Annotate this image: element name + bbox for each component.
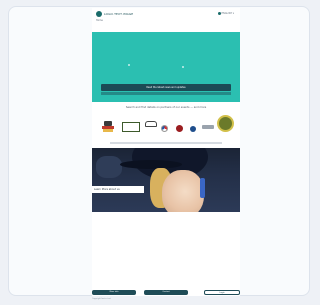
website-page: LOGO·TEXT·IMAGE ENGLISH ▾ Home Read the … xyxy=(92,8,240,296)
footer-actions: More info Contact Login xyxy=(92,290,240,296)
logo-icon[interactable] xyxy=(96,11,102,17)
strap-shape xyxy=(200,178,205,198)
partner-logo[interactable] xyxy=(188,126,198,132)
language-label: ENGLISH ▾ xyxy=(221,12,234,15)
partner-logo-graphic xyxy=(216,114,234,132)
more-info-button[interactable]: More info xyxy=(92,290,136,295)
hero-photo: Learn More about us xyxy=(92,148,240,212)
hero-dot xyxy=(128,64,130,66)
partner-logo[interactable] xyxy=(160,124,168,132)
contact-button[interactable]: Contact xyxy=(144,290,188,295)
helmet-brim-shape xyxy=(120,160,182,169)
hero-banner: Read the latest news and updates xyxy=(92,32,240,102)
face-shape xyxy=(162,170,204,212)
partner-logo-graphic xyxy=(145,121,157,127)
partner-logo[interactable] xyxy=(216,114,234,132)
mirror-shape xyxy=(96,156,122,178)
partners-heading: Search and find details on partners of o… xyxy=(125,106,207,109)
globe-icon xyxy=(217,12,221,15)
main-nav xyxy=(96,25,236,31)
partners-divider xyxy=(110,142,222,144)
partner-logo[interactable] xyxy=(122,122,140,132)
partner-logo[interactable] xyxy=(98,118,118,136)
partner-logo-graphic xyxy=(160,124,168,132)
hero-cta-button[interactable]: Read the latest news and updates xyxy=(101,84,231,91)
partner-logo[interactable] xyxy=(144,120,158,128)
partner-logo-graphic xyxy=(101,120,115,134)
site-header: LOGO·TEXT·IMAGE ENGLISH ▾ Home xyxy=(92,8,240,34)
photo-caption-link[interactable]: Learn More about us xyxy=(92,186,144,193)
hero-cta-underline xyxy=(101,92,231,95)
footer-text: Copyright footer text xyxy=(92,298,111,300)
logo-text[interactable]: LOGO·TEXT·IMAGE xyxy=(104,11,133,17)
partner-logo-graphic xyxy=(202,125,214,129)
home-link[interactable]: Home xyxy=(96,19,103,22)
partner-logo-graphic xyxy=(190,126,196,132)
language-selector[interactable]: ENGLISH ▾ xyxy=(217,12,234,15)
partner-logo[interactable] xyxy=(202,122,214,132)
partner-logo-graphic xyxy=(175,124,183,132)
login-button[interactable]: Login xyxy=(204,290,240,295)
hero-dot xyxy=(182,66,184,68)
partner-logo[interactable] xyxy=(174,124,184,132)
